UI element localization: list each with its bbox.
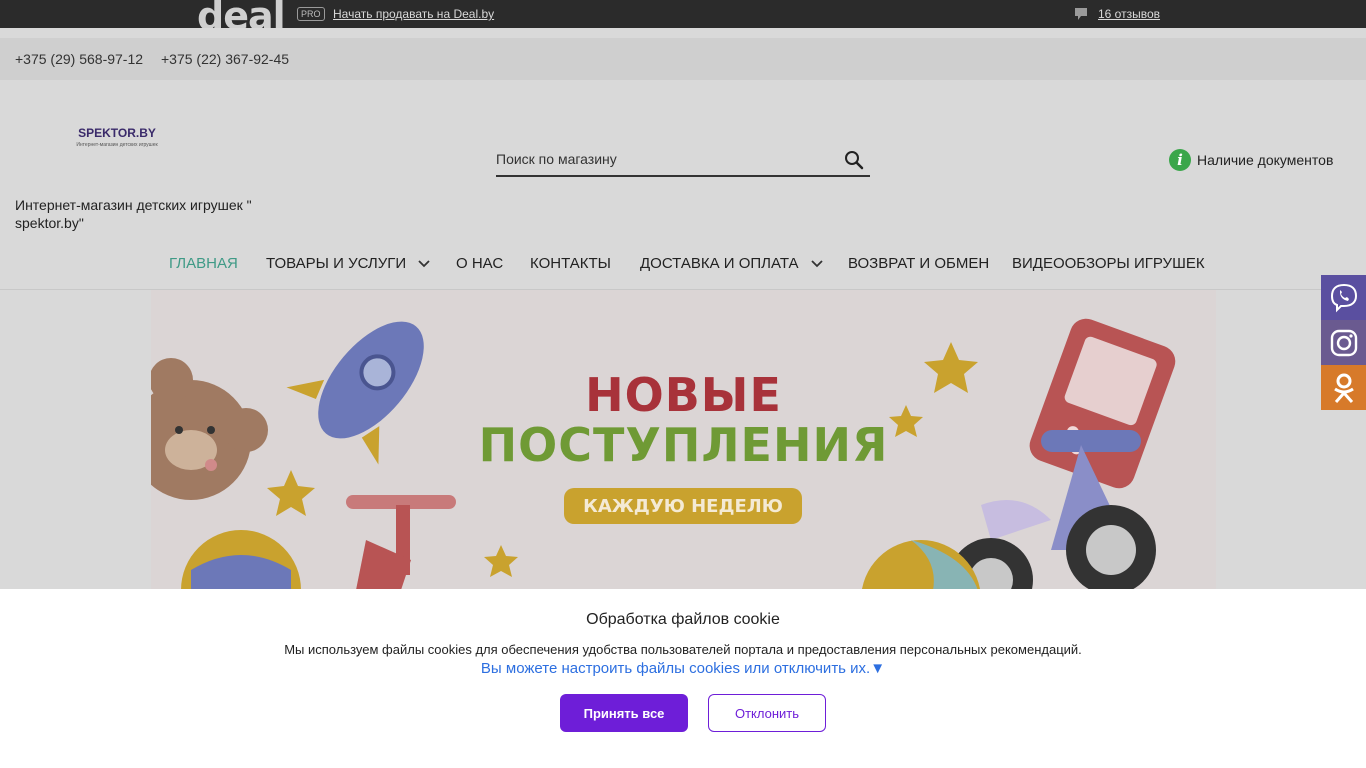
documents-label: Наличие документов <box>1197 152 1334 168</box>
cookie-panel: Обработка файлов cookie Мы используем фа… <box>0 589 1366 768</box>
reviews-link[interactable]: 16 отзывов <box>1098 7 1160 21</box>
viber-icon <box>1330 283 1357 312</box>
banner-headline-1: НОВЫЕ <box>585 368 782 422</box>
main-nav: Главная Товары и услуги О нас Контакты Д… <box>0 250 1366 290</box>
banner-headline-2: ПОСТУПЛЕНИЯ <box>478 418 889 472</box>
nav-item-products[interactable]: Товары и услуги <box>266 255 430 272</box>
deal-top-bar: deal PRO Начать продавать на Deal.by 16 … <box>0 0 1366 28</box>
nav-item-label: Контакты <box>530 255 611 272</box>
cookie-title: Обработка файлов cookie <box>586 611 780 628</box>
nav-item-label: Видеообзоры игрушек <box>1012 255 1205 272</box>
nav-item-label: Товары и услуги <box>266 255 407 272</box>
nav-item-delivery[interactable]: Доставка и оплата <box>640 255 823 272</box>
cookie-settings-link[interactable]: Вы можете настроить файлы cookies или от… <box>0 660 1366 677</box>
phone-row: +375 (29) 568-97-12 +375 (22) 367-92-45 <box>0 38 1366 80</box>
odnoklassniki-icon <box>1333 373 1354 403</box>
shop-logo[interactable]: SPEKTOR.BY Интернет-магазин детских игру… <box>72 126 162 148</box>
chevron-down-icon <box>418 259 430 267</box>
accept-all-button[interactable]: Принять все <box>560 694 688 732</box>
shop-title: Интернет-магазин детских игрушек " spekt… <box>15 197 252 231</box>
instagram-icon <box>1330 329 1357 356</box>
deal-logo[interactable]: deal <box>197 0 285 28</box>
nav-item-about[interactable]: О нас <box>456 255 503 272</box>
cookie-text: Мы используем файлы cookies для обеспече… <box>284 642 1082 657</box>
nav-item-returns[interactable]: Возврат и обмен <box>848 255 989 272</box>
nav-item-contacts[interactable]: Контакты <box>530 255 611 272</box>
nav-item-label: Доставка и оплата <box>640 255 799 272</box>
pro-badge: PRO <box>297 7 325 21</box>
search-input[interactable] <box>496 151 826 167</box>
documents-link[interactable]: i Наличие документов <box>1169 149 1333 171</box>
comment-icon <box>1075 8 1087 20</box>
info-icon: i <box>1169 149 1191 171</box>
odnoklassniki-button[interactable] <box>1321 365 1366 410</box>
promo-banner[interactable]: НОВЫЕ ПОСТУПЛЕНИЯ КАЖДУЮ НЕДЕЛЮ <box>151 290 1216 590</box>
search-box <box>496 145 870 177</box>
banner-pill: КАЖДУЮ НЕДЕЛЮ <box>564 488 802 524</box>
decline-button[interactable]: Отклонить <box>708 694 826 732</box>
nav-item-videos[interactable]: Видеообзоры игрушек <box>1012 255 1205 272</box>
nav-item-home[interactable]: Главная <box>169 255 238 272</box>
nav-item-label: Возврат и обмен <box>848 255 990 272</box>
logo-tagline: Интернет-магазин детских игрушек <box>76 142 158 148</box>
chevron-down-icon <box>810 259 823 267</box>
start-selling-link[interactable]: Начать продавать на Deal.by <box>333 7 494 21</box>
search-icon[interactable] <box>844 150 864 170</box>
instagram-button[interactable] <box>1321 320 1366 365</box>
nav-item-label: Главная <box>169 255 238 272</box>
viber-button[interactable] <box>1321 275 1366 320</box>
nav-item-label: О нас <box>456 255 504 272</box>
phone-number[interactable]: +375 (29) 568-97-12 <box>15 51 143 67</box>
phone-number[interactable]: +375 (22) 367-92-45 <box>161 51 289 67</box>
logo-text: SPEKTOR.BY <box>78 126 156 140</box>
